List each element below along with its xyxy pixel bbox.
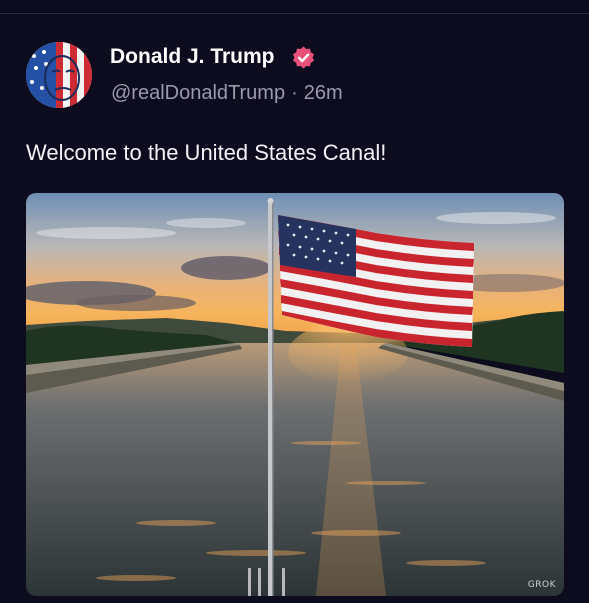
post-image[interactable]: GROK — [26, 193, 564, 596]
verified-badge-icon — [291, 45, 316, 70]
watermark-label: GROK — [527, 580, 556, 590]
author-handle[interactable]: @realDonaldTrump — [111, 82, 285, 104]
author-name[interactable]: Donald J. Trump — [110, 45, 275, 69]
post-card[interactable]: Donald J. Trump @realDonaldTrump · 26m Wel… — [0, 0, 589, 603]
handle-line: @realDonaldTrump · 26m — [111, 82, 343, 105]
timestamp[interactable]: 26m — [304, 82, 343, 104]
post-text: Welcome to the United States Canal! — [26, 140, 387, 165]
separator-dot: · — [291, 82, 298, 104]
avatar[interactable] — [26, 42, 92, 108]
